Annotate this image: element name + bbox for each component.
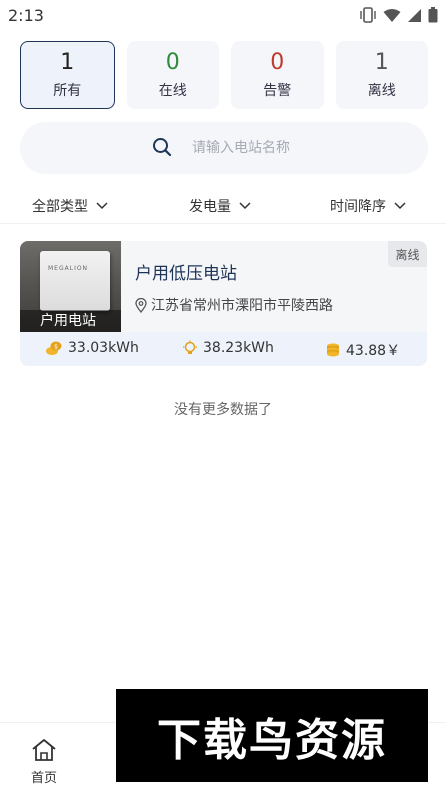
status-time: 2:13 (8, 5, 44, 25)
tab-label: 告警 (263, 83, 292, 99)
nav-item-home[interactable]: 首页 (14, 737, 74, 786)
station-stats: $ 33.03kWh 38.23kWh 43.88￥ (20, 332, 427, 366)
chevron-down-icon (96, 202, 108, 210)
sort-label: 时间降序 (330, 199, 386, 215)
chevron-down-icon (239, 202, 251, 210)
stat-income: 43.88￥ (325, 340, 400, 360)
chevron-down-icon (394, 202, 406, 210)
battery-icon (428, 7, 438, 23)
sort-generation-dropdown[interactable]: 发电量 (189, 196, 251, 216)
stat-energy: $ 33.03kWh (45, 340, 139, 356)
station-image: MEGALION 户用电站 (20, 241, 121, 332)
tab-label: 所有 (53, 83, 82, 99)
station-address: 江苏省常州市溧阳市平陵西路 (135, 295, 333, 315)
address-text: 江苏省常州市溧阳市平陵西路 (151, 298, 333, 314)
nav-label: 首页 (30, 771, 57, 786)
sort-type-dropdown[interactable]: 全部类型 (32, 196, 108, 216)
inverter-device: MEGALION (40, 251, 110, 311)
tab-label: 离线 (367, 83, 396, 99)
location-pin-icon (135, 297, 147, 313)
station-card[interactable]: MEGALION 户用电站 户用低压电站 江苏省常州市溧阳市平陵西路 离线 $ … (20, 241, 427, 366)
status-icons (359, 7, 438, 23)
station-name: 户用低压电站 (135, 264, 237, 284)
svg-text:$: $ (54, 344, 58, 351)
search-icon[interactable] (152, 137, 172, 161)
vibrate-icon (359, 7, 377, 23)
lightbulb-icon (183, 340, 197, 354)
search-input[interactable] (192, 136, 392, 160)
sort-label: 发电量 (189, 199, 231, 215)
sort-label: 全部类型 (32, 199, 88, 215)
signal-icon (407, 8, 422, 23)
watermark-overlay: 下载鸟资源 (116, 689, 428, 782)
energy-coin-icon: $ (46, 341, 62, 355)
stat-value: 33.03kWh (68, 340, 139, 356)
list-end-text: 没有更多数据了 (174, 402, 272, 418)
stat-value: 43.88￥ (346, 343, 401, 359)
watermark-text: 下载鸟资源 (157, 714, 387, 766)
status-badge: 离线 (388, 241, 427, 267)
device-brand: MEGALION (48, 265, 89, 272)
tab-alarm[interactable]: 0 告警 (231, 41, 324, 109)
status-bar: 2:13 (0, 0, 446, 30)
search-bar (20, 122, 428, 174)
stat-power: 38.23kWh (182, 340, 274, 356)
tab-all[interactable]: 1 所有 (20, 41, 115, 109)
status-filter-tabs: 1 所有 0 在线 0 告警 1 离线 (20, 41, 428, 109)
tab-count: 1 (374, 50, 389, 75)
stat-value: 38.23kWh (203, 340, 274, 356)
coin-stack-icon (327, 343, 339, 357)
home-icon (32, 739, 56, 761)
tab-count: 0 (270, 50, 285, 75)
tab-offline[interactable]: 1 离线 (335, 41, 428, 109)
station-type-label: 户用电站 (20, 310, 121, 332)
tab-count: 1 (60, 50, 75, 75)
wifi-icon (383, 8, 401, 23)
sort-time-dropdown[interactable]: 时间降序 (330, 196, 406, 216)
tab-label: 在线 (158, 83, 187, 99)
tab-count: 0 (165, 50, 180, 75)
tab-online[interactable]: 0 在线 (126, 41, 219, 109)
sort-bar: 全部类型 发电量 时间降序 (0, 188, 446, 224)
